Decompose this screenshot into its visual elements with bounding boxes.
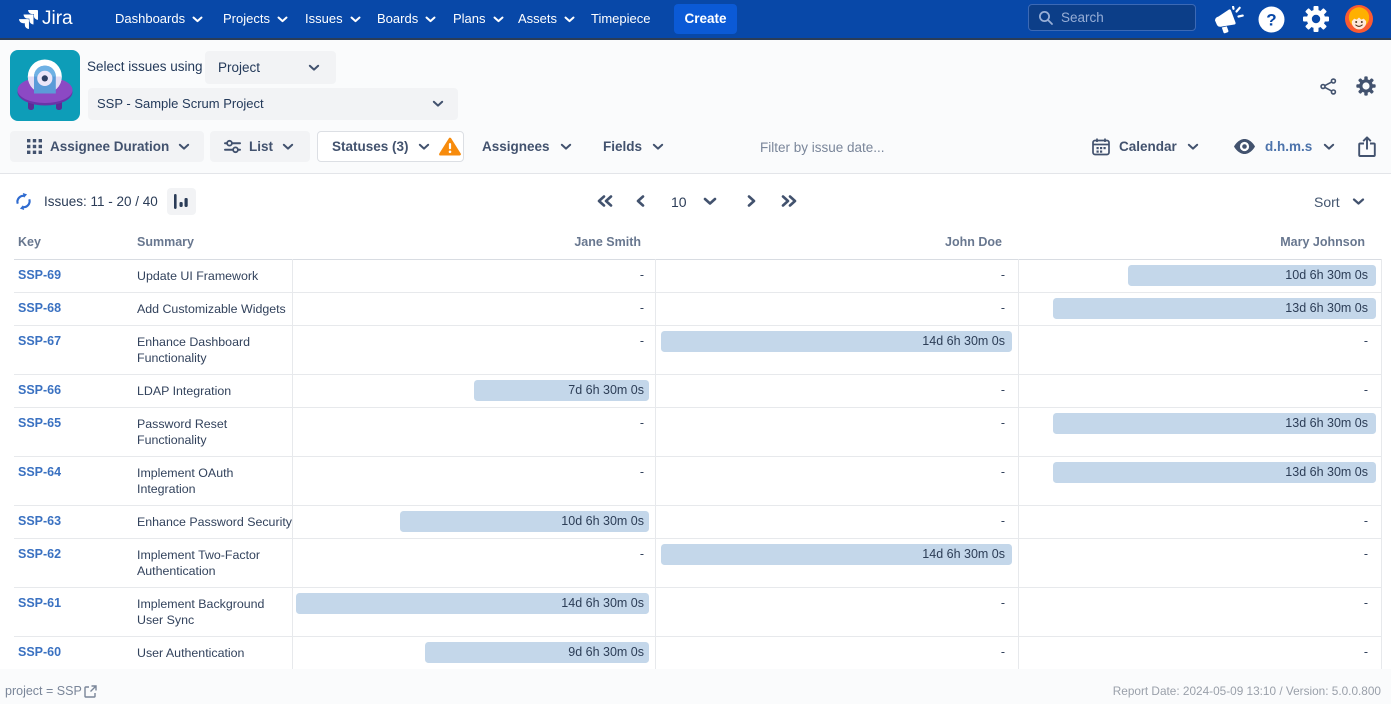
svg-text:?: ? bbox=[1266, 11, 1276, 30]
